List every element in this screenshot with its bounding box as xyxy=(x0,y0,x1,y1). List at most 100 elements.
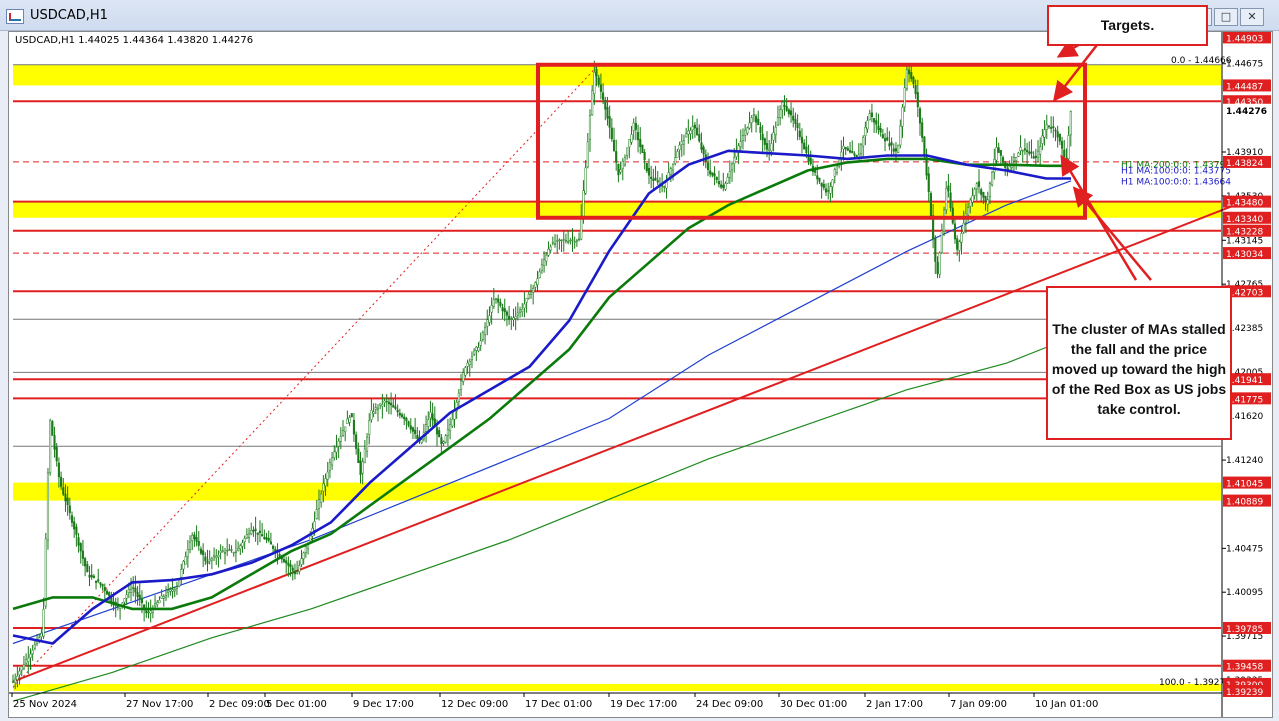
candle-body xyxy=(739,141,742,147)
candle-body xyxy=(687,130,690,135)
candle-body xyxy=(442,441,445,444)
candle-body xyxy=(77,537,80,546)
candle-body xyxy=(595,69,598,77)
candle-body xyxy=(337,440,340,447)
candle-body xyxy=(986,199,989,205)
candle-body xyxy=(149,610,152,614)
candle-body xyxy=(588,115,592,141)
candle-body xyxy=(790,110,793,116)
candle-body xyxy=(265,537,268,540)
candle-body xyxy=(534,282,537,288)
candle-body xyxy=(945,188,948,211)
candle-body xyxy=(42,609,45,637)
candle-body xyxy=(1001,157,1005,163)
candle-body xyxy=(237,548,240,552)
candle-body xyxy=(967,207,970,216)
x-tick-label-2: 2 Dec 09:00 xyxy=(209,699,270,710)
candle-body xyxy=(403,416,406,420)
candle-body xyxy=(470,356,474,361)
candle-body xyxy=(326,471,329,480)
candle-body xyxy=(105,590,109,595)
candle-body xyxy=(560,239,563,242)
candle-body xyxy=(1043,129,1046,138)
candle-body xyxy=(521,308,524,313)
chart-window-icon xyxy=(6,9,24,24)
candle-body xyxy=(547,248,550,256)
candle-body xyxy=(486,319,489,327)
candle-body xyxy=(678,144,681,151)
candle-body xyxy=(40,632,43,638)
candle-body xyxy=(132,587,135,589)
candle-body xyxy=(674,157,677,164)
candle-body xyxy=(927,173,930,193)
candle-body xyxy=(549,246,552,251)
candle-body xyxy=(1021,150,1024,152)
candle-body xyxy=(86,564,89,573)
candle-body xyxy=(199,548,203,554)
candle-body xyxy=(853,153,856,156)
candle-body xyxy=(16,675,19,680)
candle-body xyxy=(897,145,900,153)
candle-body xyxy=(654,177,657,180)
candle-body xyxy=(741,135,745,141)
candle-body xyxy=(44,538,47,607)
price-tag-13: 1.40889 xyxy=(1226,498,1263,508)
candle-body xyxy=(510,318,513,320)
candle-body xyxy=(586,141,589,168)
candle-body xyxy=(57,462,60,478)
candle-body xyxy=(180,569,183,578)
x-tick-label-1: 27 Nov 17:00 xyxy=(126,699,193,710)
candle-body xyxy=(1045,124,1048,130)
candle-body xyxy=(582,190,585,217)
candle-body xyxy=(462,372,465,382)
candle-body xyxy=(916,92,919,108)
candle-body xyxy=(1039,146,1042,155)
candle-body xyxy=(383,400,386,403)
candle-body xyxy=(717,181,720,185)
candle-body xyxy=(903,87,906,108)
candle-body xyxy=(291,567,294,571)
candle-body xyxy=(977,181,981,187)
candle-body xyxy=(637,132,640,141)
candle-body xyxy=(529,294,533,299)
candle-body xyxy=(785,105,788,111)
candle-body xyxy=(352,420,355,435)
candle-body xyxy=(361,461,364,474)
candle-body xyxy=(73,521,76,530)
candle-body xyxy=(700,142,703,150)
candle-body xyxy=(803,142,806,150)
candle-body xyxy=(451,419,454,427)
candle-body xyxy=(796,123,799,129)
candle-body xyxy=(831,179,834,187)
candle-body xyxy=(298,565,301,572)
candle-body xyxy=(956,238,959,250)
targets-callout: Targets. xyxy=(1047,5,1208,46)
candle-body xyxy=(387,401,390,405)
candle-body xyxy=(942,209,946,232)
candle-body xyxy=(689,130,692,135)
candle-body xyxy=(866,120,869,130)
candle-body xyxy=(468,361,471,365)
candle-body xyxy=(988,183,991,197)
candle-body xyxy=(110,597,113,602)
yellow-zone-0 xyxy=(13,64,1221,86)
candle-body xyxy=(610,127,613,140)
candle-body xyxy=(473,350,476,355)
candle-body xyxy=(995,147,998,161)
candle-body xyxy=(497,298,500,303)
candle-body xyxy=(481,332,484,340)
close-button[interactable]: ✕ xyxy=(1240,8,1264,26)
candle-body xyxy=(258,530,262,533)
candle-body xyxy=(245,534,248,539)
candle-body xyxy=(899,125,902,146)
candle-body xyxy=(400,414,404,417)
candle-body xyxy=(774,126,777,136)
maximize-button[interactable]: □ xyxy=(1214,8,1238,26)
candle-body xyxy=(164,595,168,598)
candle-body xyxy=(210,558,213,561)
candle-body xyxy=(53,435,56,450)
candle-body xyxy=(125,594,128,599)
candle-body xyxy=(779,109,782,118)
fib-label-top: 0.0 - 1.44666 xyxy=(1171,56,1232,66)
price-tag-8: 1.43034 xyxy=(1226,250,1263,260)
